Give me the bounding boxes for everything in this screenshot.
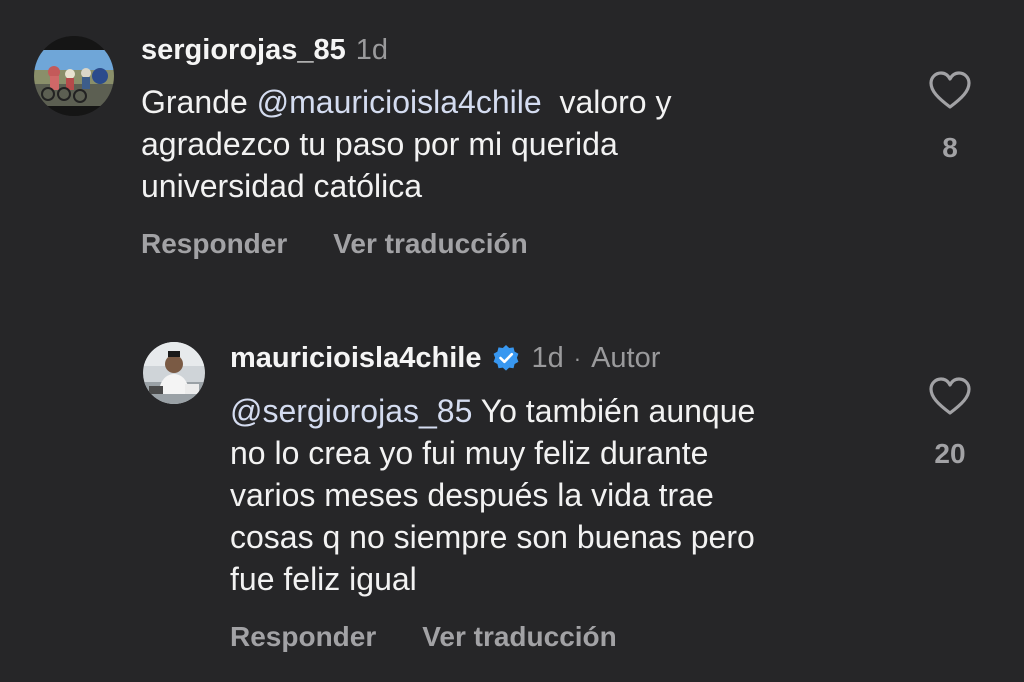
reply-actions: Responder Ver traducción <box>230 621 617 653</box>
comment-username[interactable]: sergiorojas_85 <box>141 34 346 67</box>
author-avatar[interactable] <box>143 342 205 404</box>
comment-text-line1-rest: valoro y <box>541 84 672 120</box>
comment-header: sergiorojas_85 1d <box>141 34 388 67</box>
like-button[interactable]: 20 <box>920 376 980 470</box>
comment-text-prefix: Grande <box>141 84 257 120</box>
reply-text-line5: fue feliz igual <box>230 561 417 597</box>
reply-button[interactable]: Responder <box>141 228 287 260</box>
reply-text-line4: cosas q no siempre son buenas pero <box>230 519 755 555</box>
see-translation-button[interactable]: Ver traducción <box>333 228 528 260</box>
heart-icon <box>929 377 971 415</box>
comment-text-line3: universidad católica <box>141 168 423 204</box>
reply-text-line3: varios meses después la vida trae <box>230 477 714 513</box>
comment-text: Grande @mauricioisla4chile valoro y agra… <box>141 81 841 207</box>
comments-screen: sergiorojas_85 1d Grande @mauricioisla4c… <box>0 0 1024 682</box>
see-translation-button[interactable]: Ver traducción <box>422 621 617 653</box>
like-count: 20 <box>934 438 966 469</box>
comment-actions: Responder Ver traducción <box>141 228 528 260</box>
author-label: Autor <box>591 342 661 374</box>
reply-timestamp: 1d <box>531 342 564 374</box>
comment-text-line2: agradezco tu paso por mi querida <box>141 126 618 162</box>
reply-mention-link[interactable]: @sergiorojas_85 <box>230 393 472 429</box>
heart-icon <box>929 71 971 109</box>
reply-header: mauricioisla4chile 1d · Autor <box>230 342 660 375</box>
reply-text-line2: no lo crea yo fui muy feliz durante <box>230 435 709 471</box>
comment-timestamp: 1d <box>355 34 388 66</box>
man-photo-avatar <box>143 342 205 404</box>
reply-username[interactable]: mauricioisla4chile <box>230 342 481 375</box>
like-button[interactable]: 8 <box>920 70 980 164</box>
comment-mention-link[interactable]: @mauricioisla4chile <box>257 84 542 120</box>
reply-text: @sergiorojas_85 Yo también aunque no lo … <box>230 390 890 600</box>
reply-button[interactable]: Responder <box>230 621 376 653</box>
user-avatar[interactable] <box>34 36 114 116</box>
like-count: 8 <box>942 132 958 163</box>
verified-badge-icon <box>494 344 519 371</box>
reply-text-line1-rest: Yo también aunque <box>472 393 756 429</box>
cyclists-photo-avatar <box>34 36 114 116</box>
separator-dot: · <box>573 345 582 371</box>
